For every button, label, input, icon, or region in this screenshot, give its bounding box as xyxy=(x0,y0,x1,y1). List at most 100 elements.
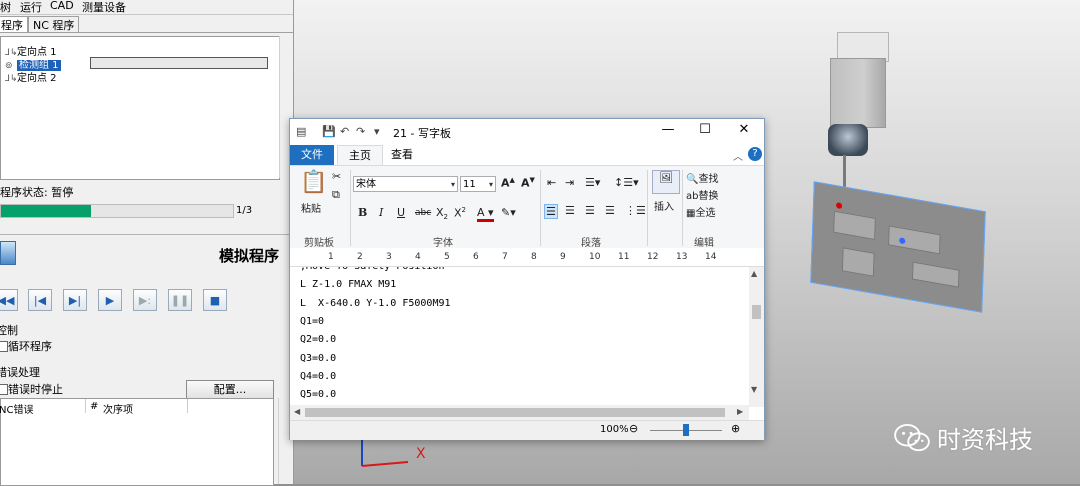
text-color-button[interactable]: A ▾ xyxy=(477,206,494,222)
play-button[interactable]: ▶ xyxy=(98,289,122,311)
window-title: 21 - 写字板 xyxy=(393,127,451,140)
zoom-out-button[interactable]: ⊖ xyxy=(629,422,638,435)
document-vscroll[interactable]: ▲ ▼ xyxy=(749,267,764,407)
strikethrough-button[interactable]: abc xyxy=(415,208,431,218)
paste-icon[interactable]: 📋 xyxy=(300,170,327,195)
loop-label: 循环程序 xyxy=(8,340,52,353)
underline-button[interactable]: U xyxy=(397,206,405,219)
maximize-button[interactable]: ☐ xyxy=(687,122,723,137)
minimize-button[interactable]: — xyxy=(650,122,686,137)
line-spacing-icon[interactable]: ↕☰▾ xyxy=(614,176,639,189)
ruler-tick-label: 5 xyxy=(444,252,450,262)
redo-icon[interactable]: ↷ xyxy=(356,125,365,138)
replace-button[interactable]: ab替换 xyxy=(686,187,718,202)
close-button[interactable]: ✕ xyxy=(726,122,762,137)
menu-cad[interactable]: CAD xyxy=(50,0,74,12)
program-status: 程序状态: 暂停 xyxy=(0,186,74,199)
step-start-button[interactable]: |◀ xyxy=(28,289,52,311)
menu-tree[interactable]: 树 xyxy=(0,0,11,15)
error-title: 错误处理 xyxy=(0,366,40,379)
ruler-tick-label: 10 xyxy=(589,252,601,262)
qat-dropdown-icon[interactable]: ▾ xyxy=(374,125,380,138)
collapse-ribbon-icon[interactable]: ︿ xyxy=(733,148,743,163)
superscript-button[interactable]: X2 xyxy=(454,206,466,220)
divider xyxy=(0,234,293,235)
ruler-tick-label: 7 xyxy=(502,252,508,262)
program-tabs: 程序 NC 程序 xyxy=(0,14,293,33)
document-line: Q4=0.0 xyxy=(300,370,337,382)
tab-home[interactable]: 主页 xyxy=(337,145,383,166)
insert-picture-icon[interactable]: 🖼 xyxy=(652,170,680,194)
italic-button[interactable]: I xyxy=(379,206,383,219)
program-tree: ⅃↳定向点 1 ⊚ 检测组 1 ⅃↳定向点 2 xyxy=(0,36,280,180)
document-hscroll[interactable]: ◀ ▶ xyxy=(290,405,749,420)
progress-count: 1/3 xyxy=(236,205,253,216)
document-line: Q3=0.0 xyxy=(300,352,337,364)
justify-icon[interactable]: ☰ xyxy=(605,204,615,217)
align-right-icon[interactable]: ☰ xyxy=(585,204,595,217)
ruler-tick-label: 8 xyxy=(531,252,537,262)
tab-view[interactable]: 查看 xyxy=(380,145,424,165)
step-end-button[interactable]: ▶| xyxy=(63,289,87,311)
tree-item-probe-group-1[interactable]: ⊚ 检测组 1 xyxy=(5,56,275,71)
tree-item-orient-1[interactable]: ⅃↳定向点 1 xyxy=(5,43,57,58)
font-size-value: 11 xyxy=(463,179,476,190)
bold-button[interactable]: B xyxy=(358,206,367,219)
list-icon[interactable]: ☰▾ xyxy=(585,176,600,189)
document-area[interactable]: ;Move To Safety Position L Z-1.0 FMAX M91… xyxy=(290,267,749,405)
wordpad-window: ▤ 💾 ↶ ↷ ▾ 21 - 写字板 — ☐ ✕ 文件 主页 查看 ︿ ? 📋 … xyxy=(289,118,765,440)
select-all-label: 全选 xyxy=(695,208,716,219)
ruler-tick-label: 4 xyxy=(415,252,421,262)
step-forward-button[interactable]: ▶: xyxy=(133,289,157,311)
tab-file[interactable]: 文件 xyxy=(290,145,334,165)
ruler[interactable]: 1 2 3 4 5 6 7 8 9 10 11 12 13 14 xyxy=(290,248,764,267)
replace-label: 替换 xyxy=(698,191,719,202)
clipboard-group-label: 剪贴板 xyxy=(304,238,334,249)
decrease-indent-icon[interactable]: ⇤ xyxy=(547,176,556,189)
font-group-label: 字体 xyxy=(433,238,453,249)
paragraph-icon[interactable]: ⋮☰ xyxy=(625,204,646,217)
paste-label[interactable]: 粘贴 xyxy=(301,200,321,215)
help-icon[interactable]: ? xyxy=(748,147,762,161)
menu-measure-device[interactable]: 测量设备 xyxy=(82,0,126,15)
highlight-button[interactable]: ✎▾ xyxy=(501,206,516,219)
cut-icon[interactable]: ✂ xyxy=(332,170,341,183)
titlebar: ▤ 💾 ↶ ↷ ▾ 21 - 写字板 — ☐ ✕ xyxy=(290,119,764,145)
zoom-in-button[interactable]: ⊕ xyxy=(731,422,740,435)
insert-button[interactable]: 插入 xyxy=(654,198,674,213)
grow-font-icon[interactable]: A▲ xyxy=(501,176,515,190)
align-left-icon[interactable]: ☰ xyxy=(544,204,558,219)
align-center-icon[interactable]: ☰ xyxy=(565,204,575,217)
select-all-button[interactable]: ▦全选 xyxy=(686,204,715,219)
find-button[interactable]: 🔍查找 xyxy=(686,170,718,185)
menu-run[interactable]: 运行 xyxy=(20,0,42,15)
rewind-button[interactable]: ◀◀ xyxy=(0,289,18,311)
col-nc-error: NC错误 xyxy=(0,405,34,416)
col-sequence: 次序项 xyxy=(103,405,133,416)
zoom-slider-thumb[interactable] xyxy=(683,424,689,436)
program-progress-fill xyxy=(1,205,92,217)
increase-indent-icon[interactable]: ⇥ xyxy=(565,176,574,189)
spindle-body xyxy=(830,58,886,128)
stop-button[interactable]: ■ xyxy=(203,289,227,311)
ruler-tick-label: 9 xyxy=(560,252,566,262)
config-button[interactable]: 配置... xyxy=(186,380,274,399)
tree-item-orient-2[interactable]: ⅃↳定向点 2 xyxy=(5,69,57,84)
undo-icon[interactable]: ↶ xyxy=(340,125,349,138)
subscript-button[interactable]: X2 xyxy=(436,206,448,221)
shrink-font-icon[interactable]: A▼ xyxy=(521,176,535,190)
tab-program[interactable]: 程序 xyxy=(0,16,28,32)
document-line: L Z-1.0 FMAX M91 xyxy=(300,279,397,291)
loop-checkbox[interactable] xyxy=(0,341,8,352)
save-icon[interactable]: 💾 xyxy=(322,125,336,138)
program-progress xyxy=(0,204,234,218)
copy-icon[interactable]: ⧉ xyxy=(332,188,340,202)
document-line: Q1=0 xyxy=(300,315,325,327)
document-line: Q2=0.0 xyxy=(300,334,337,346)
control-title: 控制 xyxy=(0,324,18,337)
stop-on-error-checkbox[interactable] xyxy=(0,384,8,395)
tab-nc-program[interactable]: NC 程序 xyxy=(28,16,80,32)
font-name-select[interactable]: 宋体 ▾ xyxy=(353,176,458,192)
font-size-select[interactable]: 11 ▾ xyxy=(460,176,496,192)
pause-button[interactable]: ❚❚ xyxy=(168,289,192,311)
